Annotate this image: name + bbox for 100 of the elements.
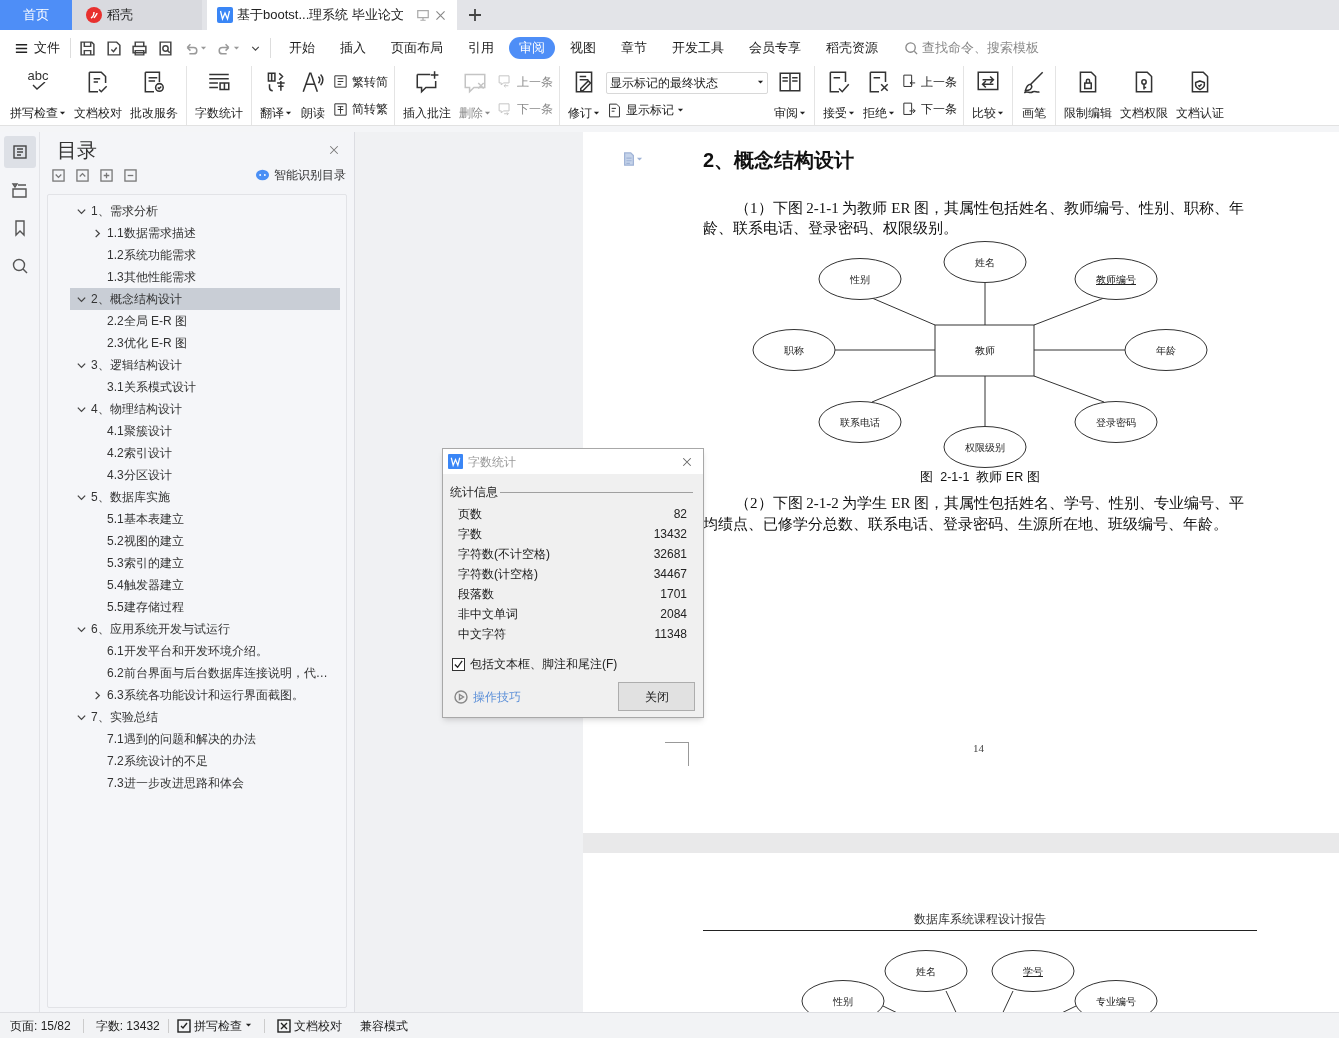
toc-item[interactable]: 1.3其他性能需求 xyxy=(70,266,340,288)
ribbon-button[interactable]: abc 拼写检查 xyxy=(8,66,68,125)
paragraph: （1）下图 2-1-1 为教师 ER 图，其属性包括姓名、教师编号、性别、职称、年龄、联系电话、登录密码、权限级别。 xyxy=(703,199,1246,238)
checkbox-label: 包括文本框、脚注和尾注(F) xyxy=(470,656,618,673)
ribbon-button[interactable]: 限制编辑 xyxy=(1062,66,1114,125)
smart-toc-button[interactable]: 智能识别目录 xyxy=(255,166,346,184)
menu-tab[interactable]: 视图 xyxy=(560,37,606,59)
toc-item[interactable]: 7.3进一步改进思路和体会 xyxy=(70,772,340,794)
attribute-label: 年龄 xyxy=(1156,345,1176,356)
toc-item[interactable]: 1、需求分析 xyxy=(70,200,340,222)
toc-item[interactable]: 2.2全局 E-R 图 xyxy=(70,310,340,332)
file-menu[interactable]: 文件 xyxy=(0,38,70,58)
ribbon-button[interactable]: 插入批注 xyxy=(401,66,453,125)
collapse-up-icon xyxy=(76,168,89,182)
ribbon-button[interactable]: 修订 xyxy=(566,66,602,125)
section-title: 统计信息 xyxy=(450,484,498,501)
stat-label: 段落数 xyxy=(458,586,494,603)
menu-tab[interactable]: 会员专享 xyxy=(739,37,811,59)
page-indicator: 页面: 15/82 xyxy=(10,1017,71,1035)
toc-item[interactable]: 6.2前台界面与后台数据库连接说明，代… xyxy=(70,662,340,684)
panel-title: 目录 xyxy=(57,138,97,163)
toc-item[interactable]: 2、概念结构设计 xyxy=(70,288,340,310)
toc-item[interactable]: 6.1开发平台和开发环境介绍。 xyxy=(70,640,340,662)
ribbon-button[interactable]: 文档认证 xyxy=(1174,66,1226,125)
toc-item[interactable]: 4、物理结构设计 xyxy=(70,398,340,420)
ribbon-button[interactable]: 下一条 xyxy=(901,100,957,119)
show-markup-icon xyxy=(606,101,623,119)
compatibility-mode: 兼容模式 xyxy=(359,1017,408,1035)
outline-tab[interactable] xyxy=(3,136,36,168)
attribute-label: 性别 xyxy=(833,996,853,1007)
ribbon-button[interactable]: 朗读 xyxy=(298,66,328,125)
ribbon-button[interactable]: 审阅 xyxy=(772,66,808,125)
connector-line xyxy=(1033,375,1105,403)
stat-value: 2084 xyxy=(660,606,687,623)
tab[interactable]: 基于bootst...理系统 毕业论文 xyxy=(207,0,457,30)
checkbox[interactable] xyxy=(452,657,465,671)
stat-value: 1701 xyxy=(660,586,687,603)
stat-label: 字符数(不计空格) xyxy=(458,546,550,563)
toc-item[interactable]: 1.1数据需求描述 xyxy=(70,222,340,244)
stat-value: 11348 xyxy=(654,626,687,643)
attribute-label: 专业编号 xyxy=(1096,996,1136,1007)
toc-item[interactable]: 7、实验总结 xyxy=(70,706,340,728)
toc-item[interactable]: 5.2视图的建立 xyxy=(70,530,340,552)
toc-item[interactable]: 2.3优化 E-R 图 xyxy=(70,332,340,354)
ribbon-button[interactable]: 文档校对 xyxy=(72,66,124,125)
toc-item[interactable]: 6、应用系统开发与试运行 xyxy=(70,618,340,640)
stat-value: 82 xyxy=(673,506,687,523)
connector-line xyxy=(984,281,986,326)
menu-tab[interactable]: 稻壳资源 xyxy=(816,37,888,59)
crop-mark xyxy=(665,742,689,766)
toc-item[interactable]: 4.3分区设计 xyxy=(70,464,340,486)
convert-icon xyxy=(332,73,349,91)
connector-line xyxy=(1033,297,1105,326)
stat-value: 32681 xyxy=(653,546,687,563)
toc-item[interactable]: 5.5建存储过程 xyxy=(70,596,340,618)
toc-item[interactable]: 4.2索引设计 xyxy=(70,442,340,464)
ribbon-button[interactable]: 上一条 xyxy=(901,72,957,91)
ribbon-button[interactable]: 批改服务 xyxy=(128,66,180,125)
menu-tab[interactable]: 页面布局 xyxy=(381,37,453,59)
ribbon-button[interactable]: 文档权限 xyxy=(1118,66,1170,125)
toc-item[interactable]: 3、逻辑结构设计 xyxy=(70,354,340,376)
search-field[interactable]: 查找命令、搜索模板 xyxy=(904,38,1072,58)
writer-logo-icon xyxy=(217,7,233,23)
stat-label: 非中文单词 xyxy=(458,606,518,623)
ribbon-button[interactable]: 比较 xyxy=(970,66,1006,125)
tab[interactable]: 稻壳 xyxy=(72,0,202,30)
ribbon-button[interactable]: 显示标记 xyxy=(606,101,768,120)
menu-tab[interactable]: 开始 xyxy=(279,37,325,59)
ribbon-button[interactable]: 繁转简 xyxy=(332,72,388,91)
ribbon-button[interactable]: 接受 xyxy=(821,66,857,125)
ribbon-button[interactable]: 简转繁 xyxy=(332,100,388,119)
toc-item[interactable]: 4.1聚簇设计 xyxy=(70,420,340,442)
menu-tab[interactable]: 引用 xyxy=(458,37,504,59)
plus-box-icon xyxy=(100,168,113,182)
menu-tab[interactable]: 开发工具 xyxy=(662,37,734,59)
toc-item[interactable]: 5.4触发器建立 xyxy=(70,574,340,596)
play-circle-icon xyxy=(454,689,468,704)
close-button[interactable]: 关闭 xyxy=(618,682,695,711)
spell-check-button[interactable]: 拼写检查 xyxy=(176,1016,252,1035)
x-box-icon xyxy=(276,1018,291,1033)
ribbon-button[interactable]: 字数统计 xyxy=(193,66,245,125)
toc-item[interactable]: 7.2系统设计的不足 xyxy=(70,750,340,772)
toc-item[interactable]: 1.2系统功能需求 xyxy=(70,244,340,266)
menu-tab[interactable]: 插入 xyxy=(330,37,376,59)
ribbon-button[interactable]: 拒绝 xyxy=(861,66,897,125)
next-change-icon xyxy=(901,100,918,118)
proofread-button[interactable]: 文档校对 xyxy=(276,1016,342,1035)
menu-tab[interactable]: 章节 xyxy=(611,37,657,59)
toc-item[interactable]: 5.1基本表建立 xyxy=(70,508,340,530)
connector-line xyxy=(984,375,986,428)
toc-item[interactable]: 5、数据库实施 xyxy=(70,486,340,508)
markup-dropdown[interactable]: 显示标记的最终状态 xyxy=(606,71,768,94)
toc-item[interactable]: 6.3系统各功能设计和运行界面截图。 xyxy=(70,684,340,706)
search-icon xyxy=(10,257,29,275)
toc-item[interactable]: 3.1关系模式设计 xyxy=(70,376,340,398)
toc-item[interactable]: 7.1遇到的问题和解决的办法 xyxy=(70,728,340,750)
ribbon-button[interactable]: 翻译 xyxy=(258,66,294,125)
ribbon-button[interactable]: 画笔 xyxy=(1019,66,1049,125)
paragraph: （2）下图 2-1-2 为学生 ER 图，其属性包括姓名、学号、性别、专业编号、平均绩点、已修学分总数、联系电话、登录密码、生源所在地、班级编号、年龄。 xyxy=(703,493,1246,534)
toc-item[interactable]: 5.3索引的建立 xyxy=(70,552,340,574)
